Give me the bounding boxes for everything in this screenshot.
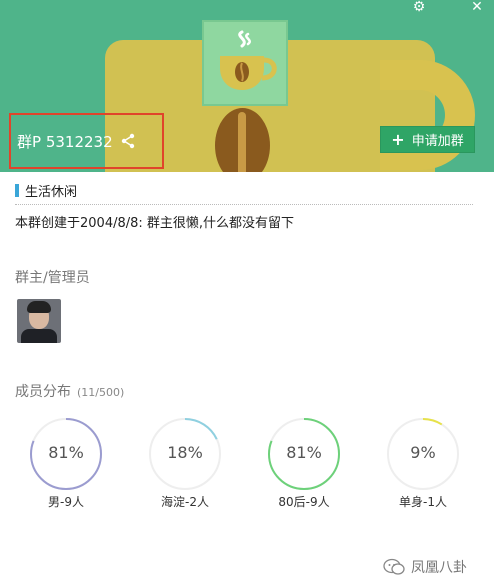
- group-description: 本群创建于2004/8/8: 群主很懒,什么都没有留下: [15, 216, 295, 231]
- stat-label: 单身-1人: [399, 495, 447, 509]
- stat-percent: 81%: [286, 443, 322, 462]
- divider: [15, 204, 473, 205]
- stat-percent: 81%: [48, 443, 84, 462]
- stat-percent: 18%: [167, 443, 203, 462]
- watermark-text: 凤凰八卦: [411, 560, 467, 576]
- group-id-highlight: 群P 5312232: [9, 113, 164, 169]
- avatar-shirt: [21, 329, 57, 343]
- stat-label: 80后-9人: [278, 495, 330, 509]
- group-id-label: 群P 5312232: [17, 132, 113, 151]
- banner-mug-handle: [380, 60, 475, 170]
- group-header-banner: ⚙ ✕ 群P 5312232 + 申请加群: [0, 0, 494, 172]
- coffee-bean-line: [238, 112, 246, 172]
- distribution-title: 成员分布: [15, 384, 71, 400]
- stat-single: 9% 单身-1人: [385, 416, 461, 516]
- settings-icon[interactable]: ⚙: [409, 0, 429, 16]
- apply-join-label: 申请加群: [411, 134, 464, 149]
- close-icon[interactable]: ✕: [467, 0, 487, 16]
- category-label: 生活休闲: [25, 184, 78, 200]
- avatar-hair: [27, 301, 51, 313]
- stat-gender: 81% 男-9人: [28, 416, 104, 516]
- watermark: 凤凰八卦: [383, 556, 467, 578]
- distribution-section-title: 成员分布 (11/500): [15, 381, 124, 401]
- admins-section-title: 群主/管理员: [15, 270, 90, 286]
- share-icon[interactable]: [120, 133, 136, 149]
- coffee-cup-icon: [220, 30, 277, 90]
- group-category: 生活休闲: [15, 181, 78, 200]
- stat-district: 18% 海淀-2人: [147, 416, 223, 516]
- group-logo: [202, 20, 288, 106]
- admin-avatar[interactable]: [17, 299, 61, 343]
- member-count: (11/500): [77, 386, 125, 399]
- stat-label: 海淀-2人: [161, 495, 209, 509]
- stat-label: 男-9人: [48, 495, 84, 509]
- wechat-icon: [383, 558, 405, 575]
- apply-join-button[interactable]: + 申请加群: [380, 126, 475, 153]
- stat-age: 81% 80后-9人: [266, 416, 342, 516]
- plus-icon: +: [391, 130, 405, 149]
- stat-percent: 9%: [410, 443, 436, 462]
- category-marker: [15, 183, 19, 197]
